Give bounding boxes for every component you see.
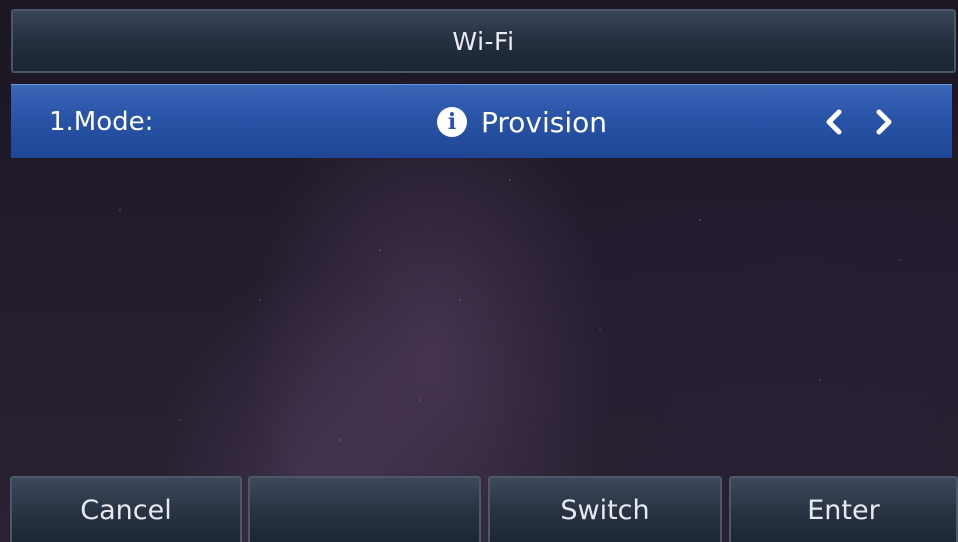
empty-softkey[interactable] [248,476,481,542]
mode-label: 1.Mode: [49,107,154,137]
switch-softkey[interactable]: Switch [488,476,722,542]
mode-value-group: i Provision [437,85,607,159]
mode-row[interactable]: 1.Mode: i Provision [11,84,952,158]
title-bar: Wi-Fi [11,9,956,73]
starry-background [0,0,958,542]
phone-screen: Wi-Fi 1.Mode: i Provision Cancel Switch … [0,0,958,542]
cancel-softkey[interactable]: Cancel [10,476,242,542]
chevron-left-icon[interactable] [819,85,849,159]
page-title: Wi-Fi [452,26,515,56]
enter-softkey[interactable]: Enter [729,476,958,542]
info-icon: i [437,107,467,137]
chevron-right-icon[interactable] [869,85,899,159]
mode-value: Provision [481,105,608,139]
softkey-bar: Cancel Switch Enter [0,476,958,542]
